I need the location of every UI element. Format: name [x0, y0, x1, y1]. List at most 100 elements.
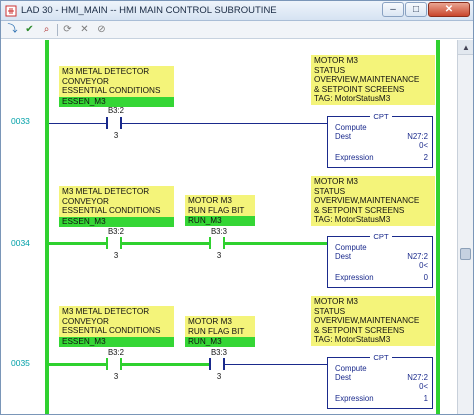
ladder-editor-window: LAD 30 - HMI_MAIN -- HMI MAIN CONTROL SU…	[0, 0, 474, 415]
description-line: TAG: MotorStatusM3	[314, 94, 391, 104]
energized-wire	[122, 363, 209, 366]
cpt-expression: 0	[423, 273, 428, 282]
scroll-up-icon[interactable]: ▲	[458, 40, 473, 55]
accept-icon[interactable]: ⊘	[95, 23, 108, 36]
description-line: CONVEYOR	[62, 316, 109, 326]
description-line: ESSENTIAL CONDITIONS	[62, 206, 161, 216]
description-line: CONVEYOR	[62, 76, 109, 86]
cpt-compute-label: Compute	[335, 364, 367, 373]
description-line: OVERVIEW,MAINTENANCE	[314, 316, 420, 326]
cpt-header: CPT	[370, 112, 392, 121]
description-line: ESSENTIAL CONDITIONS	[62, 86, 161, 96]
contact-description: MOTOR M3 RUN FLAG BIT RUN_M3	[185, 195, 255, 227]
cpt-dest-label: Dest	[335, 373, 352, 382]
cpt-compute-label: Compute	[335, 123, 367, 132]
title-bar[interactable]: LAD 30 - HMI_MAIN -- HMI MAIN CONTROL SU…	[1, 1, 473, 21]
contact-address: B3:2	[107, 348, 125, 357]
toolbar-separator	[57, 24, 58, 36]
energized-wire	[225, 242, 327, 245]
cpt-dest-value: 0<	[419, 382, 428, 391]
xic-contact-b3-2[interactable]	[106, 357, 122, 371]
description-line: OVERVIEW,MAINTENANCE	[314, 75, 420, 85]
cpt-dest-label: Dest	[335, 252, 352, 261]
cpt-compute-label: Compute	[335, 243, 367, 252]
minimize-button[interactable]: –	[382, 2, 404, 17]
ladder-app-icon	[5, 5, 17, 17]
cpt-dest-value: 0<	[419, 261, 428, 270]
cpt-dest: N27:2	[407, 132, 428, 141]
scroll-thumb[interactable]	[460, 248, 471, 260]
xic-contact-b3-2[interactable]	[106, 116, 122, 130]
right-power-rail	[436, 40, 440, 414]
contact-address: B3:3	[210, 227, 228, 236]
cpt-dest-value: 0<	[419, 141, 428, 150]
description-line: STATUS	[314, 65, 346, 75]
description-line: TAG: MotorStatusM3	[314, 215, 391, 225]
description-line: TAG: MotorStatusM3	[314, 335, 391, 345]
find-icon[interactable]: ⌕	[40, 23, 53, 36]
rung-wire	[49, 123, 106, 124]
cpt-instruction[interactable]: CPT Compute Dest N27:2 0< Expression 0	[327, 232, 433, 288]
contact-address: B3:3	[210, 348, 228, 357]
close-button[interactable]: ✕	[428, 2, 470, 17]
contact-bit: 3	[113, 372, 119, 381]
output-description: MOTOR M3 STATUS OVERVIEW,MAINTENANCE & S…	[311, 296, 435, 346]
description-line: RUN FLAG BIT	[188, 326, 245, 336]
cpt-expression-label: Expression	[335, 153, 374, 162]
description-line: M3 METAL DETECTOR	[62, 187, 150, 196]
contact-description: M3 METAL DETECTOR CONVEYOR ESSENTIAL CON…	[59, 186, 174, 227]
description-line: MOTOR M3	[188, 317, 232, 326]
description-line: ESSENTIAL CONDITIONS	[62, 326, 161, 336]
contact-symbol: RUN_M3	[185, 216, 255, 227]
contact-description: M3 METAL DETECTOR CONVEYOR ESSENTIAL CON…	[59, 66, 174, 107]
ladder-toolbar: ⤵ ✔ ⌕ ⟳ ✕ ⊘	[1, 21, 473, 39]
description-line: MOTOR M3	[314, 297, 358, 306]
description-line: RUN FLAG BIT	[188, 205, 245, 215]
rung-number: 0034	[11, 238, 30, 248]
vertical-scrollbar[interactable]: ▲	[457, 40, 473, 414]
cpt-dest: N27:2	[407, 252, 428, 261]
xic-contact-b3-2[interactable]	[106, 236, 122, 250]
cpt-dest-label: Dest	[335, 132, 352, 141]
cpt-instruction[interactable]: CPT Compute Dest N27:2 0< Expression 2	[327, 112, 433, 168]
cpt-instruction[interactable]: CPT Compute Dest N27:2 0< Expression 1	[327, 353, 433, 409]
contact-bit: 3	[113, 251, 119, 260]
cpt-expression: 1	[423, 394, 428, 403]
contact-symbol: ESSEN_M3	[59, 216, 174, 227]
cpt-dest: N27:2	[407, 373, 428, 382]
left-power-rail	[45, 40, 49, 414]
ladder-canvas[interactable]: 0033 M3 METAL DETECTOR CONVEYOR ESSENTIA…	[1, 40, 457, 414]
description-line: MOTOR M3	[314, 56, 358, 65]
contact-bit: 3	[113, 131, 119, 140]
contact-bit: 3	[216, 251, 222, 260]
description-line: STATUS	[314, 186, 346, 196]
contact-address: B3:2	[107, 227, 125, 236]
energized-wire	[49, 242, 106, 245]
cpt-header: CPT	[370, 353, 392, 362]
description-line: OVERVIEW,MAINTENANCE	[314, 196, 420, 206]
energized-wire	[122, 242, 209, 245]
contact-description: MOTOR M3 RUN FLAG BIT RUN_M3	[185, 316, 255, 348]
goto-rung-icon[interactable]: ⤵	[6, 23, 19, 36]
refresh-icon[interactable]: ⟳	[61, 23, 74, 36]
cancel-icon[interactable]: ✕	[78, 23, 91, 36]
xic-contact-b3-3[interactable]	[209, 236, 225, 250]
verify-icon[interactable]: ✔	[23, 23, 36, 36]
description-line: & SETPOINT SCREENS	[314, 325, 405, 335]
contact-symbol: ESSEN_M3	[59, 336, 174, 347]
description-line: M3 METAL DETECTOR	[62, 67, 150, 76]
rung-number: 0035	[11, 358, 30, 368]
energized-wire	[49, 363, 106, 366]
rung-wire	[122, 123, 327, 124]
rung-wire	[225, 364, 327, 365]
contact-bit: 3	[216, 372, 222, 381]
output-description: MOTOR M3 STATUS OVERVIEW,MAINTENANCE & S…	[311, 176, 435, 226]
contact-address: B3:2	[107, 106, 125, 115]
maximize-button[interactable]: □	[405, 2, 427, 17]
description-line: CONVEYOR	[62, 196, 109, 206]
xic-contact-b3-3[interactable]	[209, 357, 225, 371]
contact-description: M3 METAL DETECTOR CONVEYOR ESSENTIAL CON…	[59, 306, 174, 347]
cpt-header: CPT	[370, 232, 392, 241]
description-line: MOTOR M3	[314, 177, 358, 186]
description-line: MOTOR M3	[188, 196, 232, 205]
